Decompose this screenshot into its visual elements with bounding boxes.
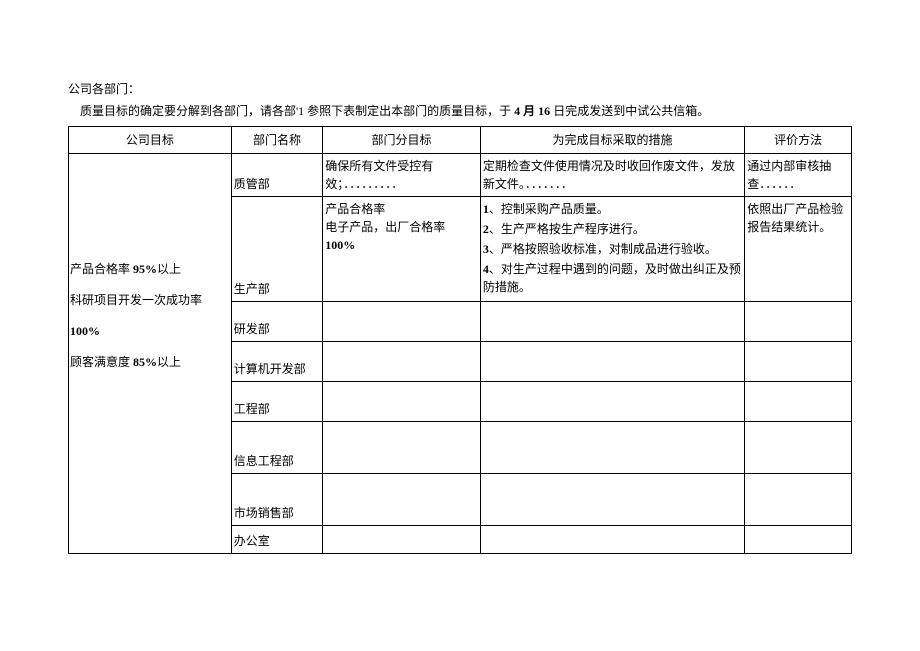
sub-jsj [323, 342, 481, 382]
measure-sc2 [480, 474, 744, 526]
eval-sc2 [745, 474, 852, 526]
eval-gc [745, 382, 852, 422]
goal-3-pre: 顾客满意度 [70, 355, 133, 369]
measure-gc [480, 382, 744, 422]
sub-sc2 [323, 474, 481, 526]
intro-prefix: 质量目标的确定要分解到各部门，请各部'1 参照下表制定出本部门的质量目标，于 [80, 104, 514, 118]
intro-line-2: 质量目标的确定要分解到各部门，请各部'1 参照下表制定出本部门的质量目标，于 4… [68, 102, 852, 120]
dept-xx: 信息工程部 [231, 422, 323, 474]
dept-bgs: 办公室 [231, 526, 323, 554]
goal-3-bold: 85% [133, 355, 157, 369]
th-company-goal: 公司目标 [69, 127, 232, 154]
sub-sc-l2-pre: 电子产品，出厂合格率 [325, 220, 445, 234]
th-sub-goal: 部门分目标 [323, 127, 481, 154]
th-eval: 评价方法 [745, 127, 852, 154]
measure-xx [480, 422, 744, 474]
m1: 1、控制采购产品质量。 [483, 200, 742, 218]
dept-qg: 质管部 [231, 154, 323, 197]
th-dept-name: 部门名称 [231, 127, 323, 154]
measure-bgs [480, 526, 744, 554]
sub-sc: 产品合格率 电子产品，出厂合格率 100% [323, 197, 481, 302]
intro-line-1: 公司各部门： [68, 80, 852, 98]
dept-yf: 研发部 [231, 302, 323, 342]
table-header-row: 公司目标 部门名称 部门分目标 为完成目标采取的措施 评价方法 [69, 127, 852, 154]
m3: 3、严格按照验收标准，对制成品进行验收。 [483, 240, 742, 258]
sub-xx [323, 422, 481, 474]
th-measures: 为完成目标采取的措施 [480, 127, 744, 154]
eval-qg: 通过内部审核抽查．．．．．． [745, 154, 852, 197]
m4-text: 、对生产过程中遇到的问题，及时做出纠正及预防措施。 [483, 262, 741, 294]
sub-sc-l2: 电子产品，出厂合格率 100% [325, 218, 478, 254]
eval-xx [745, 422, 852, 474]
measure-yf [480, 302, 744, 342]
goal-1-bold: 95% [133, 262, 157, 276]
sub-gc [323, 382, 481, 422]
company-goal-cell: 产品合格率 95%以上 科研项目开发一次成功率 100% 顾客满意度 85%以上 [69, 154, 232, 554]
m4: 4、对生产过程中遇到的问题，及时做出纠正及预防措施。 [483, 260, 742, 296]
sub-sc-l1: 产品合格率 [325, 200, 478, 218]
dept-sc2: 市场销售部 [231, 474, 323, 526]
m3-text: 、严格按照验收标准，对制成品进行验收。 [489, 242, 717, 256]
sub-qg: 确保所有文件受控有效；．．．．．．．．． [323, 154, 481, 197]
goal-3: 顾客满意度 85%以上 [70, 347, 229, 378]
measure-jsj [480, 342, 744, 382]
m2: 2、生产严格按生产程序进行。 [483, 220, 742, 238]
goal-1: 产品合格率 95%以上 [70, 254, 229, 285]
eval-jsj [745, 342, 852, 382]
dept-jsj: 计算机开发部 [231, 342, 323, 382]
goal-2-bold: 100% [70, 324, 100, 338]
intro-suffix: 日完成发送到中试公共信箱。 [550, 104, 709, 118]
eval-yf [745, 302, 852, 342]
eval-sc: 依照出厂产品检验报告结果统计。 [745, 197, 852, 302]
quality-goal-table: 公司目标 部门名称 部门分目标 为完成目标采取的措施 评价方法 产品合格率 95… [68, 126, 852, 554]
measure-qg: 定期检查文件使用情况及时收回作废文件，发放新文件。．．．．．．． [480, 154, 744, 197]
intro-date: 4 月 16 [514, 104, 550, 118]
sub-sc-l2-bold: 100% [325, 238, 355, 252]
goal-3-post: 以上 [157, 355, 181, 369]
dept-sc: 生产部 [231, 197, 323, 302]
table-row: 产品合格率 95%以上 科研项目开发一次成功率 100% 顾客满意度 85%以上… [69, 154, 852, 197]
m2-text: 、生产严格按生产程序进行。 [489, 222, 645, 236]
goal-2-pre: 科研项目开发一次成功率 [70, 293, 202, 307]
sub-yf [323, 302, 481, 342]
m1-text: 、控制采购产品质量。 [489, 202, 609, 216]
eval-bgs [745, 526, 852, 554]
dept-gc: 工程部 [231, 382, 323, 422]
goal-2: 科研项目开发一次成功率 100% [70, 285, 229, 347]
sub-bgs [323, 526, 481, 554]
goal-1-post: 以上 [157, 262, 181, 276]
goal-1-pre: 产品合格率 [70, 262, 133, 276]
measure-sc: 1、控制采购产品质量。 2、生产严格按生产程序进行。 3、严格按照验收标准，对制… [480, 197, 744, 302]
